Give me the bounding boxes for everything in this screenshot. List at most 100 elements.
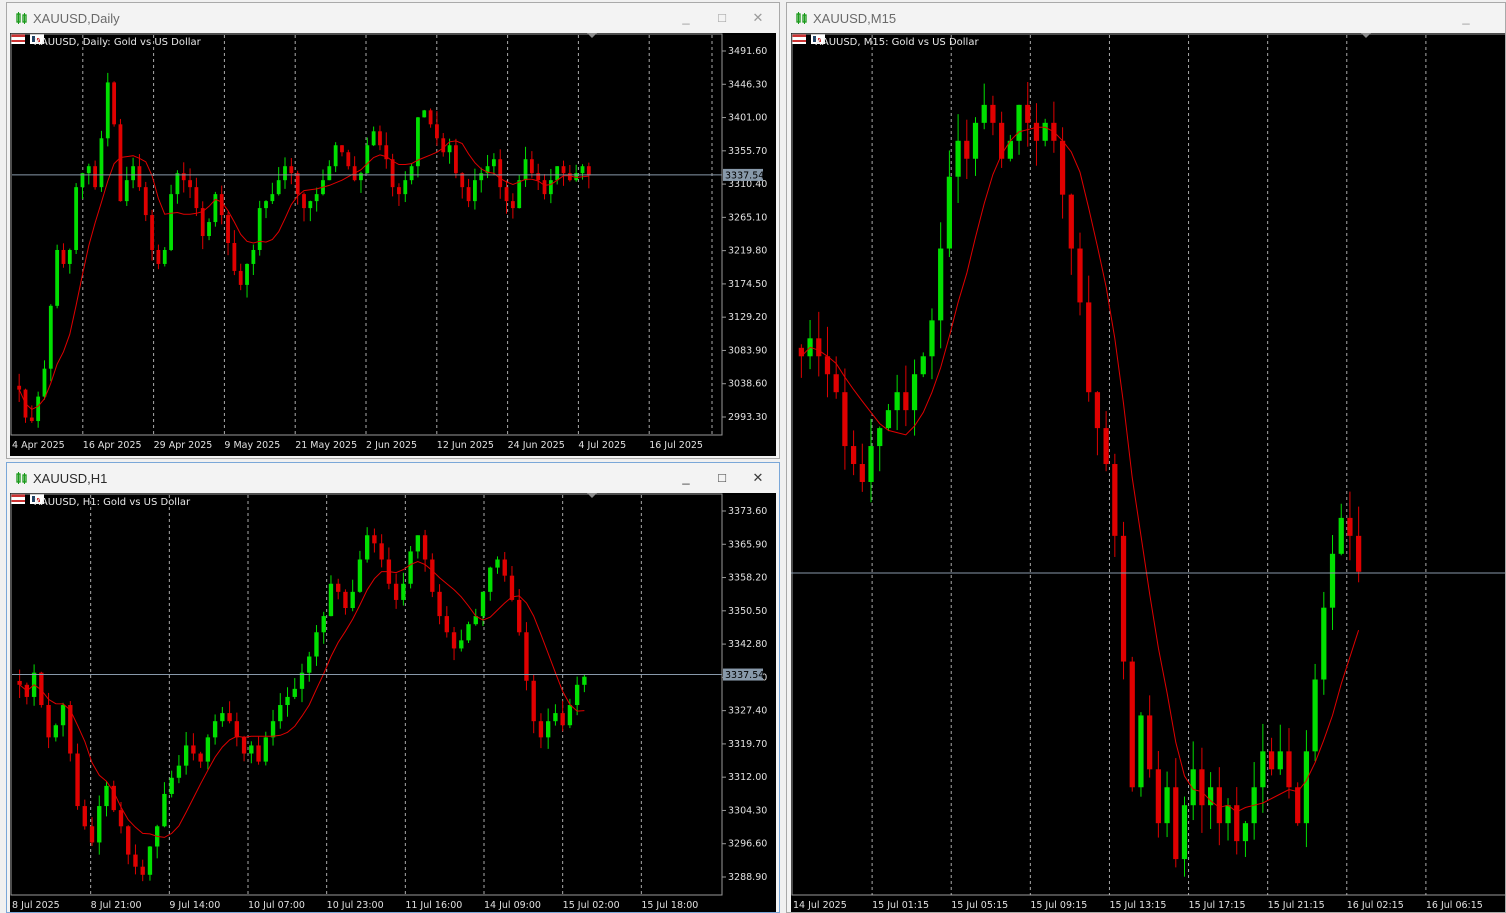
candle-bullish bbox=[183, 732, 189, 775]
candle-bullish bbox=[972, 117, 979, 176]
close-button[interactable]: ✕ bbox=[747, 468, 769, 488]
candle-bullish bbox=[929, 308, 935, 380]
time-axis-label: 15 Jul 13:15 bbox=[1109, 900, 1166, 911]
title-bar[interactable]: XAUUSD,M15 _ bbox=[787, 3, 1505, 33]
minimize-button[interactable]: _ bbox=[675, 468, 697, 488]
candle-bearish bbox=[1086, 275, 1092, 402]
candle-bearish bbox=[460, 172, 465, 199]
candle-bearish bbox=[17, 669, 22, 699]
candle-bullish bbox=[104, 781, 109, 817]
candle-bullish bbox=[60, 702, 66, 737]
chart-window-m15[interactable]: XAUUSD,M15 _ XAUUSD, M15: Gold vs US Dol… bbox=[786, 2, 1506, 913]
time-axis-label: 14 Jul 2025 bbox=[793, 900, 847, 911]
candle-bearish bbox=[451, 626, 457, 661]
candle-bearish bbox=[126, 825, 131, 865]
candle-bearish bbox=[524, 622, 529, 691]
chart-area[interactable]: XAUUSD, H1: Gold vs US Dollar 8 Jul 2025… bbox=[10, 493, 776, 912]
candle-bullish bbox=[1329, 535, 1336, 630]
candle-bearish bbox=[346, 149, 351, 170]
candle-bearish bbox=[397, 183, 401, 206]
close-button[interactable]: ✕ bbox=[747, 8, 769, 28]
chart-window-h1[interactable]: XAUUSD,H1 _ □ ✕ XAUUSD, H1: Gold vs US D… bbox=[6, 462, 780, 913]
chart-area[interactable]: XAUUSD, M15: Gold vs US Dollar 14 Jul 20… bbox=[791, 33, 1505, 912]
candle-bearish bbox=[1268, 737, 1275, 776]
candle-bullish bbox=[807, 319, 813, 370]
candle-bearish bbox=[1173, 758, 1179, 868]
candle-bearish bbox=[561, 160, 566, 186]
title-bar[interactable]: XAUUSD,H1 _ □ ✕ bbox=[7, 463, 779, 493]
time-axis-label: 29 Apr 2025 bbox=[154, 440, 213, 451]
candle-bullish bbox=[1303, 730, 1310, 848]
candle-bullish bbox=[1016, 104, 1022, 155]
time-axis-label: 15 Jul 05:15 bbox=[951, 900, 1008, 911]
window-title: XAUUSD,H1 bbox=[33, 471, 108, 486]
time-axis-label: 15 Jul 21:15 bbox=[1268, 900, 1325, 911]
candle-bearish bbox=[798, 344, 804, 378]
candle-bullish bbox=[548, 168, 553, 204]
title-bar[interactable]: XAUUSD,Daily _ □ ✕ bbox=[7, 3, 779, 33]
candle-bullish bbox=[920, 352, 926, 378]
candle-bearish bbox=[1077, 232, 1083, 316]
candle-bearish bbox=[219, 185, 224, 225]
candle-bearish bbox=[531, 674, 536, 734]
chart-canvas: 8 Jul 2025 8 Jul 21:00 9 Jul 14:00 10 Jul 0… bbox=[10, 493, 767, 911]
candle-bearish bbox=[143, 181, 148, 222]
candle-bullish bbox=[546, 708, 551, 749]
maximize-button[interactable]: □ bbox=[711, 468, 733, 488]
candle-bullish bbox=[251, 244, 256, 275]
candle-bullish bbox=[1251, 762, 1257, 840]
candle-bullish bbox=[314, 625, 319, 666]
candle-bullish bbox=[213, 191, 218, 227]
candle-bullish bbox=[1260, 723, 1266, 813]
candle-bearish bbox=[191, 733, 196, 761]
candle-bearish bbox=[1112, 453, 1118, 557]
candle-bullish bbox=[321, 169, 325, 196]
candle-bearish bbox=[24, 682, 30, 705]
time-axis-label: 12 Jun 2025 bbox=[437, 440, 494, 451]
candle-bearish bbox=[990, 95, 996, 136]
time-axis-label: 8 Jul 21:00 bbox=[91, 900, 142, 911]
candle-bullish bbox=[333, 142, 338, 173]
time-axis-label: 11 Jul 16:00 bbox=[405, 900, 462, 911]
candle-bullish bbox=[403, 171, 408, 203]
candle-bearish bbox=[1051, 101, 1057, 153]
candle-bullish bbox=[567, 698, 573, 729]
price-axis-label: 3083.90 bbox=[728, 345, 767, 356]
candle-bearish bbox=[542, 174, 547, 200]
candle-bullish bbox=[212, 714, 218, 745]
candle-bullish bbox=[307, 651, 312, 682]
minimize-button[interactable]: _ bbox=[1455, 8, 1477, 28]
candle-bullish bbox=[357, 550, 363, 593]
window-title: XAUUSD,Daily bbox=[33, 11, 120, 26]
candle-bearish bbox=[1155, 751, 1161, 838]
candle-bearish bbox=[586, 162, 591, 189]
candle-bullish bbox=[169, 184, 173, 252]
moving-average-line bbox=[801, 126, 1360, 813]
candle-bullish bbox=[1164, 771, 1170, 838]
time-axis-label: 14 Jul 09:00 bbox=[484, 900, 541, 911]
candle-bullish bbox=[517, 174, 522, 209]
candle-bullish bbox=[416, 116, 420, 178]
candle-bearish bbox=[232, 230, 237, 276]
candle-bullish bbox=[466, 621, 471, 644]
candle-bullish bbox=[55, 244, 60, 309]
candle-bullish bbox=[99, 130, 104, 192]
candle-bullish bbox=[292, 678, 297, 700]
candle-bearish bbox=[1147, 695, 1153, 778]
minimize-button[interactable]: _ bbox=[675, 8, 697, 28]
candle-bullish bbox=[162, 782, 167, 828]
candle-bearish bbox=[343, 589, 348, 615]
candlestick-icon bbox=[16, 472, 27, 484]
maximize-button[interactable]: □ bbox=[711, 8, 733, 28]
candle-bearish bbox=[256, 736, 261, 765]
candle-bearish bbox=[454, 138, 458, 179]
candle-bearish bbox=[340, 145, 344, 157]
candle-bullish bbox=[147, 846, 153, 881]
chart-area[interactable]: XAUUSD, Daily: Gold vs US Dollar 4 Apr 2… bbox=[10, 33, 776, 456]
candle-bullish bbox=[911, 359, 918, 436]
chart-window-daily[interactable]: XAUUSD,Daily _ □ ✕ XAUUSD, Daily: Gold v… bbox=[6, 2, 780, 459]
candle-bullish bbox=[48, 304, 53, 382]
window-title: XAUUSD,M15 bbox=[813, 11, 897, 26]
candle-bullish bbox=[205, 734, 211, 770]
candle-bullish bbox=[1321, 591, 1327, 695]
